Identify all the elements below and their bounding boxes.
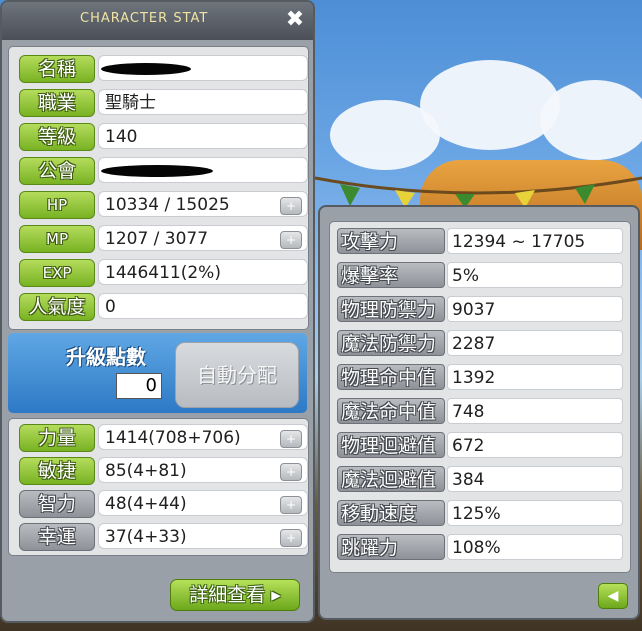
stat-value-text: 37(4+33) bbox=[105, 527, 187, 547]
detail-label: 跳躍力 bbox=[337, 534, 445, 560]
profile-row-exp: EXP 1446411(2%) bbox=[14, 257, 308, 287]
detail-value: 125% bbox=[447, 500, 623, 526]
detail-stats-panel: 攻擊力 12394 ~ 17705 爆擊率 5% 物理防禦力 9037 魔法防禦… bbox=[329, 221, 631, 573]
detail-value: 5% bbox=[447, 262, 623, 288]
mp-value: 1207 / 3077 bbox=[105, 229, 209, 249]
profile-label: MP bbox=[19, 225, 95, 253]
profile-label: 等級 bbox=[19, 123, 95, 151]
base-stats-panel: 力量 1414(708+706) + 敏捷 85(4+81) + 智力 48(4… bbox=[8, 418, 309, 556]
profile-row-job: 職業 聖騎士 bbox=[14, 87, 308, 117]
detail-label: 魔法命中值 bbox=[337, 398, 445, 424]
plus-icon[interactable]: + bbox=[280, 430, 302, 448]
detail-value: 12394 ~ 17705 bbox=[447, 228, 623, 254]
profile-row-mp: MP 1207 / 3077 + bbox=[14, 223, 308, 253]
stat-value: 1414(708+706) + bbox=[98, 424, 308, 450]
detail-value: 748 bbox=[447, 398, 623, 424]
detail-label: 移動速度 bbox=[337, 500, 445, 526]
plus-icon[interactable]: + bbox=[280, 231, 302, 249]
stat-row-dex: 敏捷 85(4+81) + bbox=[14, 455, 308, 485]
profile-label: 職業 bbox=[19, 89, 95, 117]
character-stat-window: CHARACTER STAT ✖ 名稱 職業 聖騎士 等級 140 公會 HP … bbox=[0, 0, 315, 623]
profile-row-guild: 公會 bbox=[14, 155, 308, 185]
detail-label: 魔法迴避值 bbox=[337, 466, 445, 492]
stat-value: 85(4+81) + bbox=[98, 457, 308, 483]
detail-value: 1392 bbox=[447, 364, 623, 390]
stat-value-text: 1414(708+706) bbox=[105, 428, 241, 448]
profile-value: 10334 / 15025 + bbox=[98, 191, 308, 217]
plus-icon[interactable]: + bbox=[280, 197, 302, 215]
detail-value: 384 bbox=[447, 466, 623, 492]
stat-label: 敏捷 bbox=[19, 457, 95, 485]
hp-value: 10334 / 15025 bbox=[105, 195, 230, 215]
detail-value: 108% bbox=[447, 534, 623, 560]
detail-value: 9037 bbox=[447, 296, 623, 322]
chevron-right-icon: ▸ bbox=[271, 584, 281, 606]
stat-row-str: 力量 1414(708+706) + bbox=[14, 422, 308, 452]
detail-row: 魔法防禦力 2287 bbox=[335, 328, 627, 358]
detail-label: 物理防禦力 bbox=[337, 296, 445, 322]
window-titlebar[interactable]: CHARACTER STAT ✖ bbox=[2, 2, 313, 40]
profile-row-name: 名稱 bbox=[14, 53, 308, 83]
detail-row: 魔法命中值 748 bbox=[335, 396, 627, 426]
profile-value bbox=[98, 157, 308, 183]
detail-label: 物理迴避值 bbox=[337, 432, 445, 458]
profile-row-hp: HP 10334 / 15025 + bbox=[14, 189, 308, 219]
detail-row: 跳躍力 108% bbox=[335, 532, 627, 562]
stat-row-luk: 幸運 37(4+33) + bbox=[14, 521, 308, 551]
detail-value: 672 bbox=[447, 432, 623, 458]
profile-value: 聖騎士 bbox=[98, 89, 308, 115]
detail-row: 魔法迴避值 384 bbox=[335, 464, 627, 494]
detail-view-label: 詳細查看 bbox=[189, 584, 266, 606]
profile-value: 1207 / 3077 + bbox=[98, 225, 308, 251]
bunting-decoration bbox=[315, 176, 642, 208]
stat-value-text: 48(4+44) bbox=[105, 494, 187, 514]
profile-row-fame: 人氣度 0 bbox=[14, 291, 308, 321]
plus-icon[interactable]: + bbox=[280, 496, 302, 514]
profile-label: EXP bbox=[19, 259, 95, 287]
cloud bbox=[540, 80, 642, 160]
detail-label: 攻擊力 bbox=[337, 228, 445, 254]
profile-label: 公會 bbox=[19, 157, 95, 185]
cloud bbox=[420, 60, 560, 150]
detail-stat-window: 攻擊力 12394 ~ 17705 爆擊率 5% 物理防禦力 9037 魔法防禦… bbox=[318, 205, 640, 620]
ap-value: 0 bbox=[116, 373, 162, 399]
detail-row: 攻擊力 12394 ~ 17705 bbox=[335, 226, 627, 256]
stat-value: 48(4+44) + bbox=[98, 490, 308, 516]
stat-row-int: 智力 48(4+44) + bbox=[14, 488, 308, 518]
profile-value: 140 bbox=[98, 123, 308, 149]
detail-row: 物理命中值 1392 bbox=[335, 362, 627, 392]
profile-label: 名稱 bbox=[19, 55, 95, 83]
close-icon[interactable]: ✖ bbox=[284, 8, 306, 32]
profile-value: 1446411(2%) bbox=[98, 259, 308, 285]
window-title: CHARACTER STAT bbox=[80, 11, 209, 26]
detail-row: 物理防禦力 9037 bbox=[335, 294, 627, 324]
stat-label: 力量 bbox=[19, 424, 95, 452]
stat-label: 幸運 bbox=[19, 523, 95, 551]
stat-value-text: 85(4+81) bbox=[105, 461, 187, 481]
detail-view-button[interactable]: 詳細查看 ▸ bbox=[170, 579, 300, 611]
stat-label: 智力 bbox=[19, 490, 95, 518]
detail-row: 爆擊率 5% bbox=[335, 260, 627, 290]
auto-assign-button[interactable]: 自動分配 bbox=[175, 342, 299, 408]
profile-value bbox=[98, 55, 308, 81]
profile-value: 0 bbox=[98, 293, 308, 319]
detail-label: 物理命中值 bbox=[337, 364, 445, 390]
detail-value: 2287 bbox=[447, 330, 623, 356]
back-arrow-icon[interactable]: ◀ bbox=[598, 583, 628, 609]
detail-row: 物理迴避值 672 bbox=[335, 430, 627, 460]
detail-label: 爆擊率 bbox=[337, 262, 445, 288]
redaction-mark bbox=[101, 165, 213, 177]
detail-row: 移動速度 125% bbox=[335, 498, 627, 528]
detail-label: 魔法防禦力 bbox=[337, 330, 445, 356]
redaction-mark bbox=[101, 63, 191, 75]
ability-points-panel: 升級點數 0 自動分配 bbox=[8, 333, 307, 413]
ap-label: 升級點數 bbox=[66, 345, 146, 369]
profile-label: HP bbox=[19, 191, 95, 219]
profile-panel: 名稱 職業 聖騎士 等級 140 公會 HP 10334 / 15025 + M… bbox=[8, 46, 309, 330]
plus-icon[interactable]: + bbox=[280, 529, 302, 547]
profile-label: 人氣度 bbox=[19, 293, 95, 321]
plus-icon[interactable]: + bbox=[280, 463, 302, 481]
stat-value: 37(4+33) + bbox=[98, 523, 308, 549]
profile-row-level: 等級 140 bbox=[14, 121, 308, 151]
